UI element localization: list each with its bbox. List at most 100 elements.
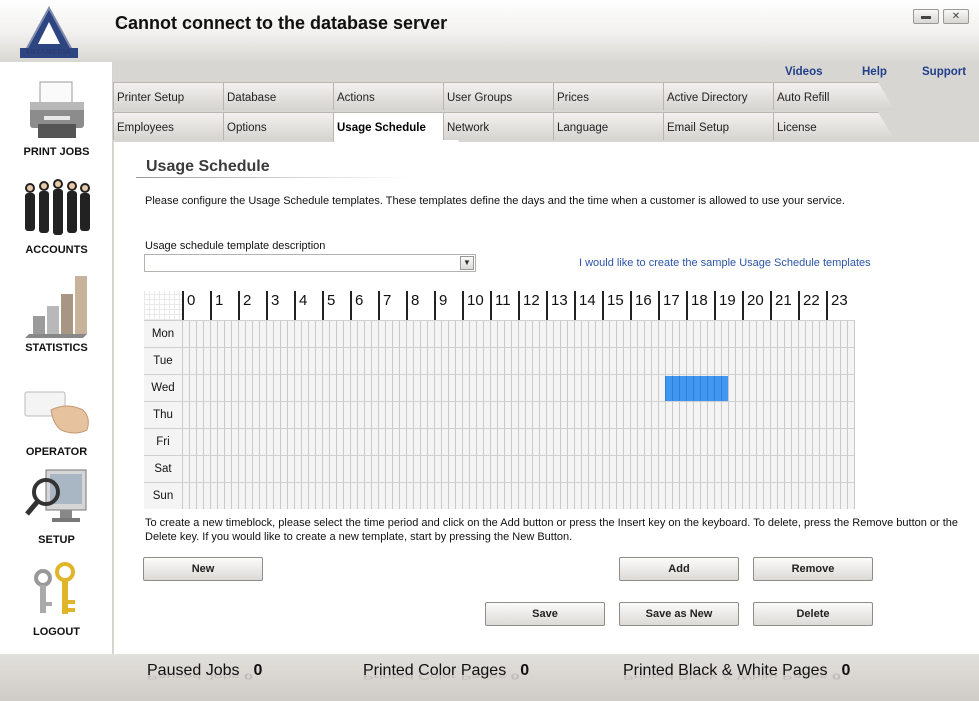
hour-label: 22 <box>798 291 826 320</box>
hour-label: 2 <box>238 291 266 320</box>
printer-icon <box>29 81 84 138</box>
sidebar-item-label: SETUP <box>38 534 75 546</box>
title-bar: ANTAMEDIA Cannot connect to the database… <box>0 0 979 62</box>
section-title: Usage Schedule <box>146 158 270 175</box>
hour-label: 14 <box>574 291 602 320</box>
card-hand-icon <box>24 391 89 434</box>
schedule-row[interactable]: Wed <box>144 374 855 401</box>
hour-label: 5 <box>322 291 350 320</box>
day-label: Sun <box>144 483 182 509</box>
save-button[interactable]: Save <box>485 602 605 626</box>
tab-options[interactable]: Options <box>223 112 350 140</box>
tab-user-groups[interactable]: User Groups <box>443 82 570 110</box>
sidebar-item-operator[interactable]: OPERATOR <box>0 384 113 458</box>
videos-link[interactable]: Videos <box>785 66 823 80</box>
new-button[interactable]: New <box>143 557 263 581</box>
schedule-grid[interactable]: 0 1 2 3 4 5 6 7 8 9 10 11 12 13 14 15 16 17 18 19 20 21 22 23 M… <box>144 291 855 510</box>
color-pages-value: 0 <box>520 662 530 679</box>
hour-label: 13 <box>546 291 574 320</box>
sidebar-item-label: STATISTICS <box>25 342 88 354</box>
time-cells[interactable] <box>182 375 855 401</box>
help-link[interactable]: Help <box>862 66 887 80</box>
day-label: Mon <box>144 321 182 347</box>
keys-icon <box>33 562 75 614</box>
day-label: Tue <box>144 348 182 374</box>
people-icon <box>24 179 90 235</box>
tab-auto-refill[interactable]: Auto Refill <box>773 82 895 110</box>
hour-label: 9 <box>434 291 462 320</box>
hour-label: 0 <box>182 291 210 320</box>
tab-usage-schedule[interactable]: Usage Schedule <box>333 112 460 143</box>
schedule-row[interactable]: Sat <box>144 455 855 482</box>
hour-header: 0 1 2 3 4 5 6 7 8 9 10 11 12 13 14 15 16 17 18 19 20 21 22 23 <box>144 291 855 320</box>
hour-label: 20 <box>742 291 770 320</box>
sidebar-item-label: ACCOUNTS <box>25 244 88 256</box>
chevron-down-icon[interactable]: ▼ <box>460 256 474 270</box>
tab-prices[interactable]: Prices <box>553 82 680 110</box>
tab-active-directory[interactable]: Active Directory <box>663 82 790 110</box>
day-label: Wed <box>144 375 182 401</box>
hour-label: 10 <box>462 291 490 320</box>
remove-button[interactable]: Remove <box>753 557 873 581</box>
time-cells[interactable] <box>182 402 855 428</box>
logo-text: ANTAMEDIA <box>25 49 71 56</box>
intro-text: Please configure the Usage Schedule temp… <box>145 195 845 207</box>
hour-label: 19 <box>714 291 742 320</box>
time-cells[interactable] <box>182 348 855 374</box>
sidebar-item-label: LOGOUT <box>32 626 81 638</box>
schedule-row[interactable]: Fri <box>144 428 855 455</box>
tab-license[interactable]: License <box>773 112 895 140</box>
sidebar-item-label: OPERATOR <box>25 446 88 458</box>
hour-label: 6 <box>350 291 378 320</box>
sidebar-item-accounts[interactable]: ACCOUNTS <box>0 178 113 256</box>
color-pages-reflection: Printed Color Pages 0 <box>363 671 520 681</box>
tab-network[interactable]: Network <box>443 112 570 140</box>
save-as-new-button[interactable]: Save as New <box>619 602 739 626</box>
tab-printer-setup[interactable]: Printer Setup <box>113 82 240 110</box>
schedule-row[interactable]: Mon <box>144 320 855 347</box>
paused-jobs-reflection: Paused Jobs 0 <box>147 671 253 681</box>
schedule-row[interactable]: Sun <box>144 482 855 509</box>
tab-database[interactable]: Database <box>223 82 350 110</box>
sidebar-item-label: PRINT JOBS <box>23 146 90 158</box>
time-cells[interactable] <box>182 456 855 482</box>
sidebar-item-logout[interactable]: LOGOUT <box>0 562 113 638</box>
time-cells[interactable] <box>182 429 855 455</box>
support-link[interactable]: Support <box>922 66 966 80</box>
hour-label: 3 <box>266 291 294 320</box>
tab-language[interactable]: Language <box>553 112 680 140</box>
bar-chart-icon <box>24 276 87 338</box>
tab-employees[interactable]: Employees <box>113 112 240 140</box>
hour-label: 17 <box>658 291 686 320</box>
delete-button[interactable]: Delete <box>753 602 873 626</box>
schedule-row[interactable]: Tue <box>144 347 855 374</box>
add-button[interactable]: Add <box>619 557 739 581</box>
minimize-button[interactable]: ▬ <box>913 9 939 24</box>
time-cells[interactable] <box>182 321 855 347</box>
selected-timeblock[interactable] <box>665 376 728 401</box>
hour-label: 8 <box>406 291 434 320</box>
sidebar-item-setup[interactable]: SETUP <box>0 466 113 546</box>
close-button[interactable]: ✕ <box>943 9 969 24</box>
schedule-row[interactable]: Thu <box>144 401 855 428</box>
hour-label: 21 <box>770 291 798 320</box>
template-select[interactable]: ▼ <box>144 254 476 272</box>
day-label: Fri <box>144 429 182 455</box>
sidebar-item-statistics[interactable]: STATISTICS <box>0 272 113 354</box>
time-cells[interactable] <box>182 483 855 509</box>
hour-label: 1 <box>210 291 238 320</box>
day-label: Thu <box>144 402 182 428</box>
magnifier-monitor-icon <box>24 469 86 522</box>
sidebar: PRINT JOBS ACCOUNTS STATISTICS OPERATOR … <box>0 62 113 654</box>
hint-text: To create a new timeblock, please select… <box>145 517 959 543</box>
tab-email-setup[interactable]: Email Setup <box>663 112 790 140</box>
sidebar-item-print-jobs[interactable]: PRINT JOBS <box>0 80 113 158</box>
hour-label: 7 <box>378 291 406 320</box>
bw-pages-reflection: Printed Black & White Pages 0 <box>623 671 841 681</box>
template-label: Usage schedule template description <box>145 240 326 252</box>
day-label: Sat <box>144 456 182 482</box>
create-sample-templates-link[interactable]: I would like to create the sample Usage … <box>579 257 871 269</box>
hour-label: 15 <box>602 291 630 320</box>
hour-label: 12 <box>518 291 546 320</box>
tab-actions[interactable]: Actions <box>333 82 460 110</box>
